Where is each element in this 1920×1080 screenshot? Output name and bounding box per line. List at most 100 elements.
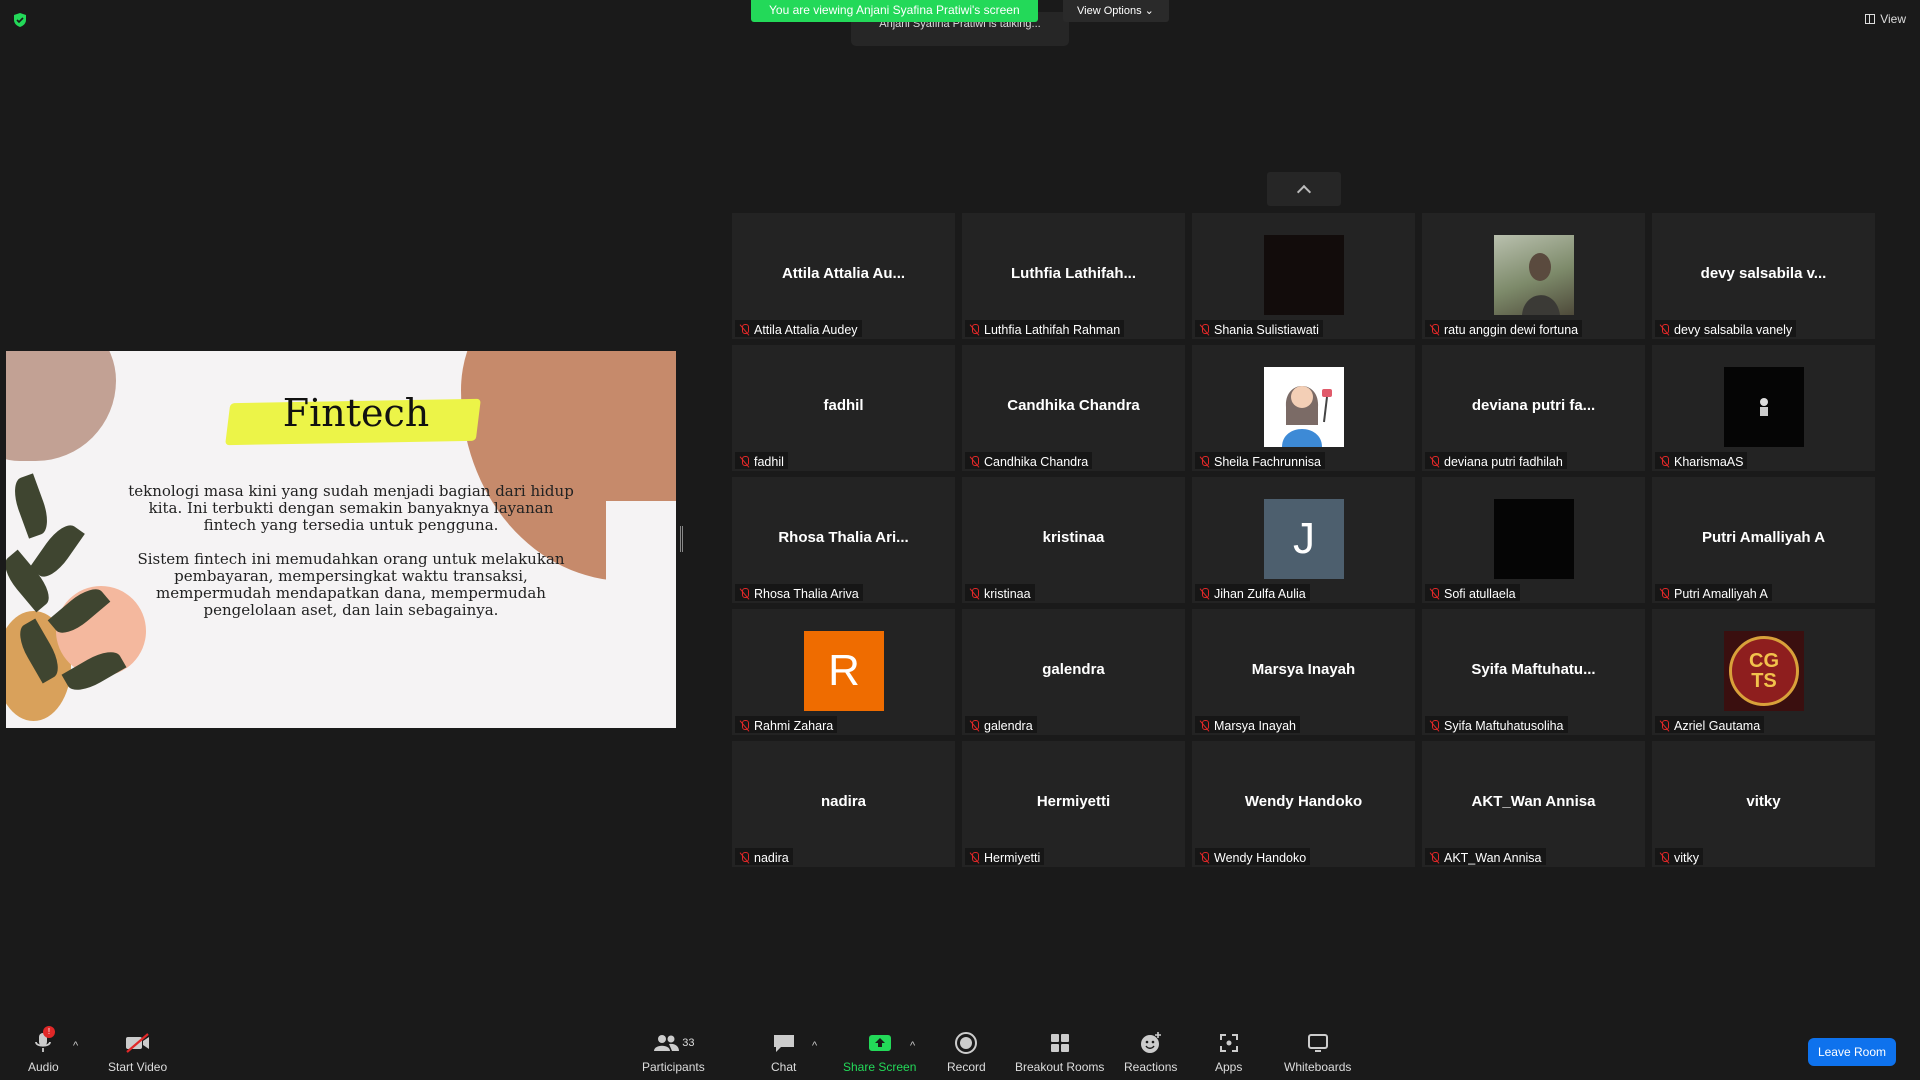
- audio-button[interactable]: ! Audio: [28, 1026, 59, 1074]
- mic-muted-icon: [1659, 719, 1670, 732]
- person-photo-icon: [1522, 253, 1560, 315]
- participant-tile[interactable]: R Rahmi Zahara: [732, 609, 955, 735]
- apps-icon: [1219, 1034, 1238, 1052]
- participant-tile[interactable]: devy salsabila v... devy salsabila vanely: [1652, 213, 1875, 339]
- participant-tile[interactable]: Wendy Handoko Wendy Handoko: [1192, 741, 1415, 867]
- participant-tile[interactable]: deviana putri fa... deviana putri fadhila…: [1422, 345, 1645, 471]
- security-shield-icon[interactable]: [12, 12, 28, 28]
- start-video-button[interactable]: Start Video: [108, 1030, 167, 1074]
- participant-name: Sofi atullaela: [1444, 586, 1516, 601]
- avatar-letter: R: [804, 631, 884, 711]
- participant-name: Shania Sulistiawati: [1214, 322, 1319, 337]
- participant-name-label: fadhil: [735, 452, 788, 469]
- participant-tile[interactable]: Hermiyetti Hermiyetti: [962, 741, 1185, 867]
- mic-muted-icon: [969, 455, 980, 468]
- mic-muted-icon: [739, 587, 750, 600]
- participant-name: Marsya Inayah: [1214, 718, 1296, 733]
- mic-muted-icon: [1659, 851, 1670, 864]
- cgts-logo-icon: CG TS: [1729, 636, 1799, 706]
- meeting-window: { "top": { "banner": "You are viewing An…: [0, 0, 1920, 1080]
- hijab-girl-cartoon-icon: [1282, 386, 1332, 447]
- participant-tile[interactable]: Sofi atullaela: [1422, 477, 1645, 603]
- reactions-label: Reactions: [1124, 1060, 1178, 1074]
- avatar-image: [1494, 499, 1574, 579]
- avatar-letter: J: [1264, 499, 1344, 579]
- participant-tile[interactable]: ratu anggin dewi fortuna: [1422, 213, 1645, 339]
- participant-tile[interactable]: vitky vitky: [1652, 741, 1875, 867]
- participants-button[interactable]: 33 Participants: [642, 1030, 705, 1074]
- shared-screen: Fintech teknologi masa kini yang sudah m…: [6, 351, 676, 728]
- participant-name-label: Sheila Fachrunnisa: [1195, 452, 1326, 469]
- participant-name-label: Rahmi Zahara: [735, 716, 838, 733]
- participant-tile[interactable]: nadira nadira: [732, 741, 955, 867]
- view-options-label: View Options: [1077, 5, 1142, 17]
- participant-name-label: nadira: [735, 848, 793, 865]
- mic-muted-icon: [1199, 455, 1210, 468]
- chevron-down-icon: ⌄: [1144, 5, 1154, 17]
- mic-muted-icon: [969, 323, 980, 336]
- participant-tile[interactable]: Luthfia Lathifah... Luthfia Lathifah Rahm…: [962, 213, 1185, 339]
- participant-tile[interactable]: fadhil fadhil: [732, 345, 955, 471]
- participant-display-name: vitky: [1746, 793, 1781, 810]
- chat-button[interactable]: Chat: [771, 1030, 796, 1074]
- participant-name: ratu anggin dewi fortuna: [1444, 322, 1579, 337]
- participant-tile[interactable]: KharismaAS: [1652, 345, 1875, 471]
- mic-muted-icon: [1659, 323, 1670, 336]
- participant-tile[interactable]: J Jihan Zulfa Aulia: [1192, 477, 1415, 603]
- participant-tile[interactable]: Syifa Maftuhatu... Syifa Maftuhatusoliha: [1422, 609, 1645, 735]
- participant-name: fadhil: [754, 454, 784, 469]
- participant-tile[interactable]: galendra galendra: [962, 609, 1185, 735]
- participant-display-name: Attila Attalia Au...: [781, 265, 906, 282]
- avatar-image: [1264, 235, 1344, 315]
- participant-display-name: kristinaa: [1042, 529, 1105, 546]
- participant-name-label: Marsya Inayah: [1195, 716, 1300, 733]
- participant-tile[interactable]: CG TS Azriel Gautama: [1652, 609, 1875, 735]
- participant-name: Azriel Gautama: [1674, 718, 1761, 733]
- participant-tile[interactable]: Candhika Chandra Candhika Chandra: [962, 345, 1185, 471]
- participant-display-name: Marsya Inayah: [1251, 661, 1356, 678]
- mic-muted-icon: [739, 719, 750, 732]
- leave-room-button[interactable]: Leave Room: [1807, 1038, 1896, 1066]
- chat-options-caret[interactable]: ^: [812, 1040, 817, 1052]
- audio-options-caret[interactable]: ^: [73, 1040, 78, 1052]
- participant-tile[interactable]: kristinaa kristinaa: [962, 477, 1185, 603]
- participant-name-label: Sofi atullaela: [1425, 584, 1520, 601]
- participant-tile[interactable]: Marsya Inayah Marsya Inayah: [1192, 609, 1415, 735]
- record-button[interactable]: Record: [947, 1030, 986, 1074]
- view-options-button[interactable]: View Options ⌄: [1063, 0, 1169, 22]
- avatar-image: [1724, 367, 1804, 447]
- viewing-banner: You are viewing Anjani Syafina Pratiwi's…: [751, 0, 1038, 22]
- mic-muted-icon: [1429, 851, 1440, 864]
- participant-tile[interactable]: Putri Amalliyah A Putri Amalliyah A: [1652, 477, 1875, 603]
- mic-muted-icon: [1429, 587, 1440, 600]
- breakout-rooms-icon: [1050, 1034, 1069, 1052]
- mic-muted-icon: [969, 587, 980, 600]
- resize-handle[interactable]: [680, 526, 683, 552]
- share-options-caret[interactable]: ^: [910, 1040, 915, 1052]
- participant-tile[interactable]: Attila Attalia Au... Attila Attalia Audey: [732, 213, 955, 339]
- reactions-button[interactable]: Reactions: [1124, 1030, 1177, 1074]
- gallery-collapse-button[interactable]: [1267, 172, 1341, 206]
- participant-name-label: devy salsabila vanely: [1655, 320, 1797, 337]
- participant-tile[interactable]: Sheila Fachrunnisa: [1192, 345, 1415, 471]
- breakout-rooms-button[interactable]: Breakout Rooms: [1015, 1030, 1104, 1074]
- whiteboards-button[interactable]: Whiteboards: [1284, 1030, 1351, 1074]
- view-button[interactable]: View: [1865, 12, 1906, 26]
- share-screen-button[interactable]: Share Screen: [843, 1030, 916, 1074]
- participant-gallery: Attila Attalia Au... Attila Attalia Audey…: [732, 213, 1877, 867]
- participant-name: galendra: [984, 718, 1033, 733]
- participant-name-label: Wendy Handoko: [1195, 848, 1311, 865]
- participant-name-label: Jihan Zulfa Aulia: [1195, 584, 1310, 601]
- participant-tile[interactable]: AKT_Wan Annisa AKT_Wan Annisa: [1422, 741, 1645, 867]
- participant-tile[interactable]: Rhosa Thalia Ari... Rhosa Thalia Ariva: [732, 477, 955, 603]
- breakout-rooms-label: Breakout Rooms: [1015, 1060, 1105, 1074]
- slide-title: Fintech: [282, 391, 430, 435]
- mic-muted-icon: [1659, 455, 1670, 468]
- participant-name: Sheila Fachrunnisa: [1214, 454, 1322, 469]
- apps-button[interactable]: Apps: [1215, 1030, 1242, 1074]
- video-off-icon: [125, 1033, 149, 1053]
- participant-name: Jihan Zulfa Aulia: [1214, 586, 1306, 601]
- participant-name: kristinaa: [984, 586, 1031, 601]
- participant-tile[interactable]: Shania Sulistiawati: [1192, 213, 1415, 339]
- view-grid-icon: [1865, 14, 1876, 24]
